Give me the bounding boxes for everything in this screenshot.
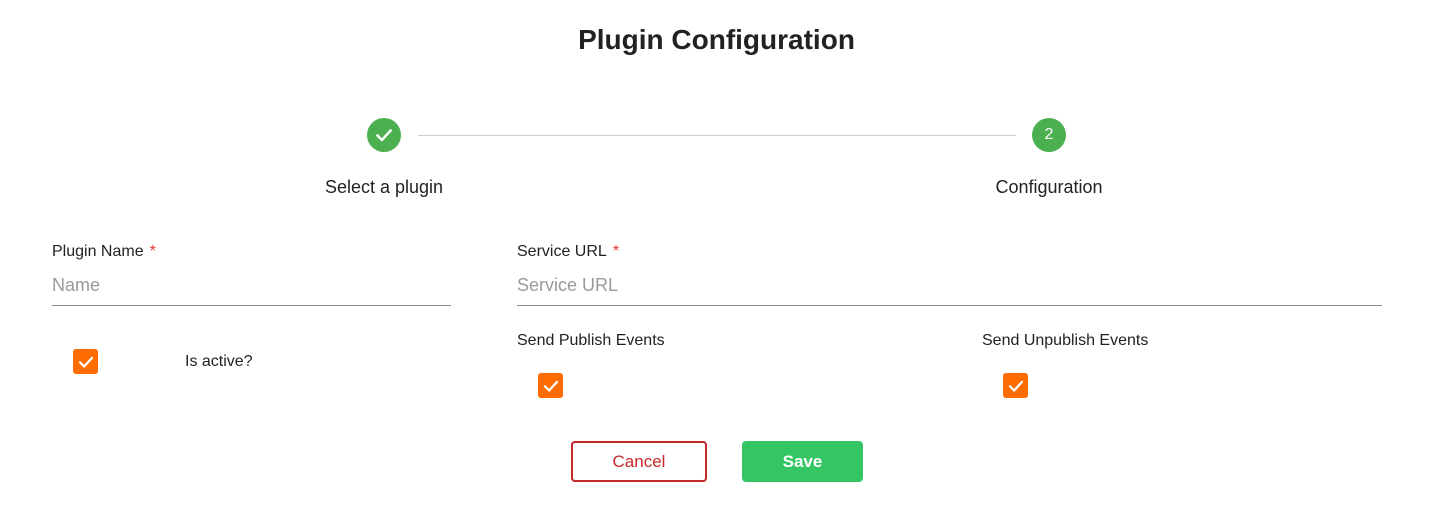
step-1-label: Select a plugin <box>324 177 444 197</box>
plugin-name-label: Plugin Name * <box>52 243 156 261</box>
send-unpublish-events-checkbox[interactable] <box>1003 373 1028 398</box>
is-active-label: Is active? <box>185 353 253 370</box>
send-unpublish-events-label: Send Unpublish Events <box>982 332 1149 349</box>
save-button[interactable]: Save <box>742 441 863 482</box>
checkmark-icon <box>78 356 93 368</box>
step-1-indicator <box>367 118 401 152</box>
step-2-label: Configuration <box>995 177 1103 197</box>
plugin-configuration-page: Plugin Configuration 2 Select a plugin C… <box>0 0 1433 509</box>
is-active-checkbox[interactable] <box>73 349 98 374</box>
plugin-name-label-text: Plugin Name <box>52 243 144 260</box>
required-mark: * <box>612 243 620 260</box>
service-url-input[interactable] <box>517 274 1382 306</box>
plugin-name-input[interactable] <box>52 274 451 306</box>
check-icon <box>376 129 392 142</box>
cancel-button[interactable]: Cancel <box>571 441 707 482</box>
required-mark: * <box>149 243 156 260</box>
page-title: Plugin Configuration <box>578 24 855 55</box>
service-url-label-text: Service URL <box>517 243 607 260</box>
service-url-label: Service URL * <box>517 243 619 261</box>
checkmark-icon <box>543 380 558 392</box>
send-publish-events-checkbox[interactable] <box>538 373 563 398</box>
step-2-indicator: 2 <box>1032 118 1066 152</box>
stepper-connector <box>418 135 1016 136</box>
send-publish-events-label: Send Publish Events <box>517 332 665 349</box>
checkmark-icon <box>1008 380 1023 392</box>
